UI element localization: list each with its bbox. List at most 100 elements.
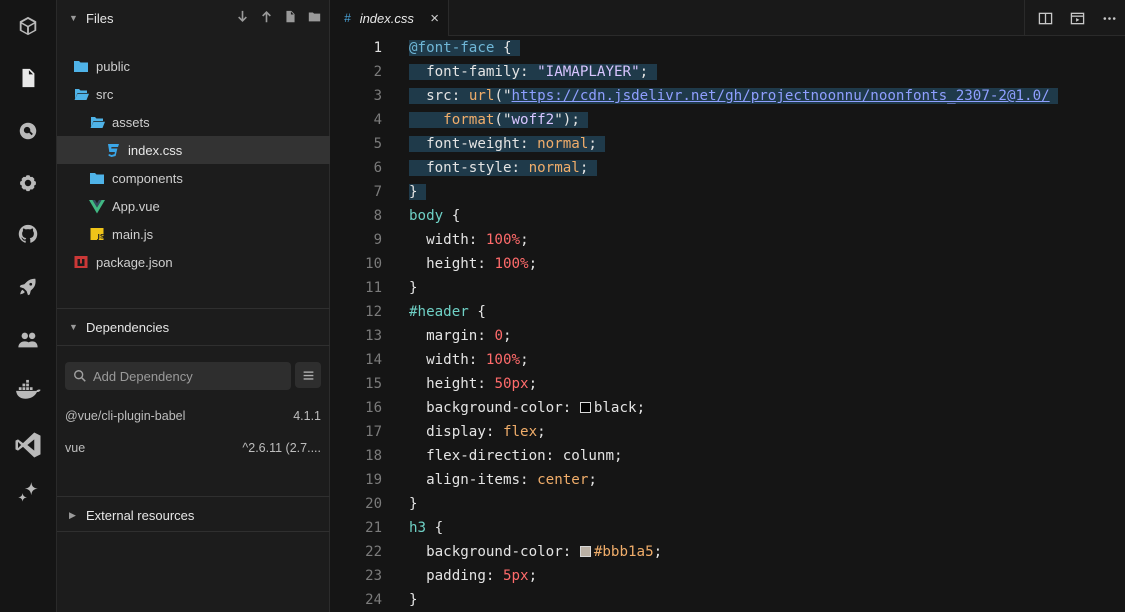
add-dependency-input[interactable] [93, 368, 283, 384]
code-token: colunm [562, 448, 615, 464]
preview-icon[interactable] [1061, 0, 1093, 36]
code-line[interactable]: 7} [330, 180, 1125, 204]
file-icon[interactable] [16, 66, 40, 90]
code-line[interactable]: 11} [330, 276, 1125, 300]
code-line[interactable]: 20} [330, 492, 1125, 516]
github-icon[interactable] [16, 222, 40, 246]
code-line[interactable]: 22 background-color: #bbb1a5; [330, 540, 1125, 564]
dependency-version: ^2.6.11 (2.7.... [242, 441, 321, 455]
tree-item-assets[interactable]: assets [57, 108, 330, 136]
code-token: : [520, 472, 538, 488]
files-section-header[interactable]: ▼ Files [57, 0, 330, 36]
tab-index-css[interactable]: # index.css × [330, 0, 449, 36]
gear-icon[interactable] [16, 171, 40, 195]
tree-item-package-json[interactable]: package.json [57, 248, 330, 276]
dependency-name: @vue/cli-plugin-babel [65, 409, 186, 423]
rocket-icon[interactable] [16, 275, 40, 299]
color-swatch[interactable] [579, 402, 591, 413]
code-token: @font-face [409, 40, 495, 56]
code-content: width: 100%; [409, 352, 529, 368]
dependency-row[interactable]: @vue/cli-plugin-babel 4.1.1 [65, 405, 321, 427]
code-token: : [477, 328, 495, 344]
code-line[interactable]: 9 width: 100%; [330, 228, 1125, 252]
code-line[interactable]: 6 font-style: normal; [330, 156, 1125, 180]
tree-item-index-css[interactable]: index.css [57, 136, 330, 164]
code-line[interactable]: 12 #header { [330, 300, 1125, 324]
line-number: 12 [365, 304, 382, 320]
code-token: { [443, 208, 461, 224]
code-token: ; [520, 352, 529, 368]
code-line[interactable]: 5 font-weight: normal; [330, 132, 1125, 156]
code-content: font-weight: normal; [409, 136, 606, 152]
line-number: 4 [373, 112, 382, 128]
code-token: } [409, 280, 418, 296]
arrow-up-icon[interactable] [259, 9, 274, 24]
external-resources-section-header[interactable]: ▶ External resources [57, 497, 330, 533]
code-line[interactable]: 19 align-items: center; [330, 468, 1125, 492]
search-icon[interactable] [16, 119, 40, 143]
tree-item-label: index.css [128, 142, 183, 158]
code-line[interactable]: 16 background-color: black; [330, 396, 1125, 420]
code-line[interactable]: 1 @font-face { [330, 36, 1125, 60]
code-token: display [409, 424, 486, 440]
users-icon[interactable] [16, 328, 40, 352]
docker-icon[interactable] [13, 378, 43, 402]
code-token: padding [409, 568, 486, 584]
code-line[interactable]: 13 margin: 0; [330, 324, 1125, 348]
line-number: 16 [365, 400, 382, 416]
dependency-row[interactable]: vue ^2.6.11 (2.7.... [65, 437, 321, 459]
code-line[interactable]: 21 h3 { [330, 516, 1125, 540]
code-line[interactable]: 4 format("woff2"); [330, 108, 1125, 132]
tree-item-main-js[interactable]: JS main.js [57, 220, 330, 248]
code-token: normal [528, 160, 580, 176]
new-file-icon[interactable] [283, 9, 298, 24]
code-token: { [494, 40, 512, 56]
code-line[interactable]: 17 display: flex; [330, 420, 1125, 444]
code-token: height [409, 376, 478, 392]
code-token: body [409, 208, 444, 224]
line-number: 1 [373, 40, 382, 56]
tree-item-components[interactable]: components [57, 164, 330, 192]
code-token: { [468, 304, 486, 320]
color-swatch[interactable] [579, 546, 591, 557]
cube-icon[interactable] [16, 14, 40, 38]
code-line[interactable]: 3 src: url("https://cdn.jsdelivr.net/gh/… [330, 84, 1125, 108]
tree-item-public[interactable]: public [57, 52, 330, 80]
code-line[interactable]: 24} [330, 588, 1125, 612]
code-token: : [468, 232, 486, 248]
code-line[interactable]: 2 font-family: "IAMAPLAYER"; [330, 60, 1125, 84]
tree-item-src[interactable]: src [57, 80, 330, 108]
split-editor-icon[interactable] [1029, 0, 1061, 36]
code-content: @font-face { [409, 40, 521, 56]
code-line[interactable]: 15 height: 50px; [330, 372, 1125, 396]
dependency-menu-button[interactable] [295, 362, 321, 388]
dependencies-section-header[interactable]: ▼ Dependencies [57, 309, 330, 345]
code-token: : [545, 448, 563, 464]
code-token: background-color [409, 544, 563, 560]
code-content: width: 100%; [409, 232, 529, 248]
arrow-down-icon[interactable] [235, 9, 250, 24]
tree-item-label: assets [112, 114, 150, 130]
tree-item-label: App.vue [112, 198, 160, 214]
code-token: normal [537, 136, 589, 152]
code-token: background-color [409, 400, 563, 416]
code-token: url [468, 88, 495, 104]
code-token: ; [528, 256, 538, 272]
dependency-name: vue [65, 441, 86, 455]
code-line[interactable]: 14 width: 100%; [330, 348, 1125, 372]
more-icon[interactable] [1093, 0, 1125, 36]
vscode-icon[interactable] [12, 429, 44, 461]
tab-label: index.css [359, 10, 414, 26]
new-folder-icon[interactable] [307, 9, 322, 24]
code-token: (" [494, 88, 512, 104]
tree-item-app-vue[interactable]: App.vue [57, 192, 330, 220]
close-icon[interactable]: × [430, 10, 439, 27]
code-line[interactable]: 18 flex-direction: colunm; [330, 444, 1125, 468]
code-token: ; [520, 232, 529, 248]
activity-bar [0, 0, 57, 612]
code-line[interactable]: 23 padding: 5px; [330, 564, 1125, 588]
code-line[interactable]: 8 body { [330, 204, 1125, 228]
sparkle-icon[interactable] [14, 479, 42, 507]
code-area[interactable]: 1 @font-face { 2 font-family: "IAMAPLAYER… [330, 36, 1125, 612]
code-line[interactable]: 10 height: 100%; [330, 252, 1125, 276]
